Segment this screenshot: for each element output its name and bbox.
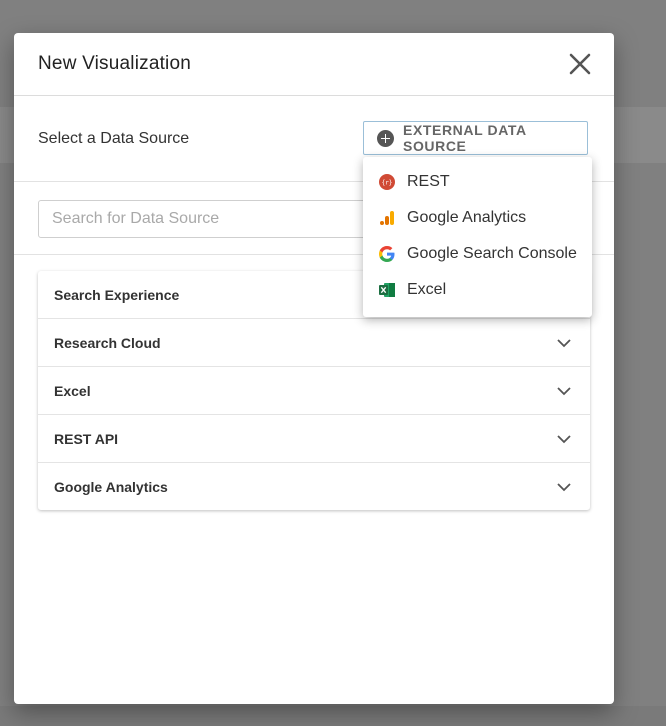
select-data-source-label: Select a Data Source: [38, 130, 190, 147]
background-bottom-bar: [0, 706, 666, 726]
dropdown-item-google-analytics[interactable]: Google Analytics: [363, 200, 592, 236]
close-icon: [569, 53, 591, 75]
google-icon: [379, 246, 395, 262]
modal-title: New Visualization: [38, 53, 192, 74]
dropdown-item-label: Google Analytics: [407, 209, 527, 226]
close-button[interactable]: [566, 50, 594, 78]
accordion-item-label: Google Analytics: [54, 479, 168, 495]
dropdown-item-rest[interactable]: {r} REST: [363, 164, 592, 200]
dropdown-item-label: Google Search Console: [407, 245, 577, 262]
excel-icon: [379, 283, 395, 297]
accordion-item-label: REST API: [54, 431, 119, 447]
accordion-item-label: Excel: [54, 383, 91, 399]
add-circle-icon: [377, 129, 394, 147]
search-input[interactable]: [38, 200, 368, 238]
svg-text:{r}: {r}: [382, 180, 393, 187]
modal-header: New Visualization: [14, 33, 614, 96]
google-analytics-icon: [380, 211, 394, 225]
external-data-source-button[interactable]: EXTERNAL DATA SOURCE: [363, 121, 588, 155]
accordion-item-research-cloud[interactable]: Research Cloud: [38, 319, 590, 367]
dropdown-item-google-search-console[interactable]: Google Search Console: [363, 236, 592, 272]
chevron-down-icon: [557, 387, 571, 396]
new-visualization-modal: New Visualization Select a Data Source E…: [14, 33, 614, 704]
rest-icon: {r}: [379, 174, 395, 190]
accordion-item-rest-api[interactable]: REST API: [38, 415, 590, 463]
accordion-item-label: Search Experience: [54, 287, 180, 303]
dropdown-item-label: Excel: [407, 281, 447, 298]
accordion-item-google-analytics[interactable]: Google Analytics: [38, 463, 590, 510]
external-data-source-button-label: EXTERNAL DATA SOURCE: [403, 122, 527, 154]
dropdown-item-excel[interactable]: Excel: [363, 272, 592, 308]
dropdown-item-label: REST: [407, 173, 450, 190]
chevron-down-icon: [557, 483, 571, 492]
external-data-source-dropdown: {r} REST Google Analytics Google Search …: [363, 157, 592, 317]
chevron-down-icon: [557, 435, 571, 444]
chevron-down-icon: [557, 339, 571, 348]
accordion-item-label: Research Cloud: [54, 335, 161, 351]
accordion-item-excel[interactable]: Excel: [38, 367, 590, 415]
